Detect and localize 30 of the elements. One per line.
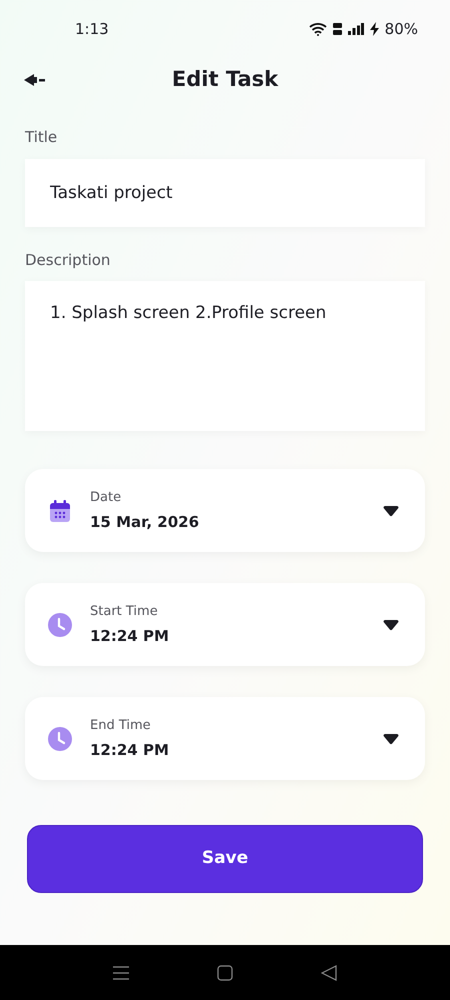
save-button[interactable]: Save	[27, 825, 423, 893]
calendar-icon	[49, 498, 71, 522]
field-label: Title	[25, 127, 58, 148]
picker-value: 12:24 PM	[90, 626, 170, 647]
title-field[interactable]: Taskati project	[25, 158, 425, 226]
dropdown-icon[interactable]	[383, 732, 399, 744]
status-time: 1:13	[75, 18, 109, 40]
clock-icon	[48, 726, 72, 750]
signal-icon	[348, 23, 364, 35]
field-label: Description	[25, 250, 112, 270]
back-nav-icon[interactable]	[321, 964, 337, 980]
back-button[interactable]	[24, 72, 48, 88]
picker-card[interactable]: End Time 12:24 PM	[25, 697, 425, 780]
picker-card[interactable]: Date 15 Mar, 2026	[25, 469, 425, 552]
description-field[interactable]: 1. Splash screen 2.Profile screen	[25, 281, 425, 431]
charging-icon	[370, 22, 379, 36]
picker-label: Date	[90, 488, 122, 506]
wifi-icon	[308, 22, 327, 36]
picker-label: End Time	[90, 716, 152, 734]
picker-value: 12:24 PM	[90, 740, 170, 761]
battery-percent: 80%	[384, 18, 418, 40]
clock-icon	[48, 612, 72, 636]
menu-icon[interactable]	[113, 964, 129, 980]
home-icon[interactable]	[217, 964, 233, 980]
picker-card[interactable]: Start Time 12:24 PM	[25, 583, 425, 666]
dropdown-icon[interactable]	[383, 504, 399, 516]
dropdown-icon[interactable]	[383, 618, 399, 630]
picker-label: Start Time	[90, 602, 159, 620]
page-title: Edit Task	[172, 66, 278, 94]
picker-value: 15 Mar, 2026	[90, 512, 200, 533]
